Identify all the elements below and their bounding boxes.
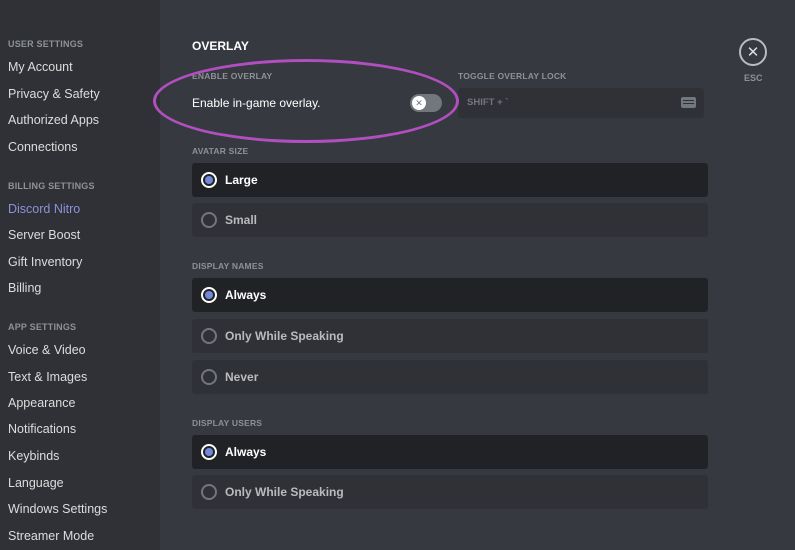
radio-empty-icon <box>201 369 217 385</box>
page-title: OVERLAY <box>192 39 249 53</box>
display-names-label: DISPLAY NAMES <box>192 261 264 271</box>
sidebar-item-server-boost[interactable]: Server Boost <box>8 228 80 242</box>
sidebar-item-keybinds[interactable]: Keybinds <box>8 449 59 463</box>
sidebar-item-windows-settings[interactable]: Windows Settings <box>8 502 107 516</box>
sidebar-header-billing-settings: BILLING SETTINGS <box>8 181 95 191</box>
keyboard-icon[interactable] <box>681 97 696 108</box>
option-label: Large <box>225 173 258 187</box>
sidebar-item-gift-inventory[interactable]: Gift Inventory <box>8 255 82 269</box>
settings-sidebar: USER SETTINGS My Account Privacy & Safet… <box>0 0 160 550</box>
display-names-option-always[interactable]: Always <box>192 278 708 312</box>
x-icon: ✕ <box>412 96 426 110</box>
option-label: Small <box>225 213 258 227</box>
keybind-value: SHIFT + ` <box>467 97 509 108</box>
sidebar-item-voice-video[interactable]: Voice & Video <box>8 343 86 357</box>
sidebar-item-connections[interactable]: Connections <box>8 140 78 154</box>
radio-empty-icon <box>201 212 217 228</box>
sidebar-item-language[interactable]: Language <box>8 476 64 490</box>
sidebar-item-billing[interactable]: Billing <box>8 281 41 295</box>
enable-overlay-label: ENABLE OVERLAY <box>192 71 273 81</box>
sidebar-item-notifications[interactable]: Notifications <box>8 422 76 436</box>
option-label: Only While Speaking <box>225 329 344 343</box>
sidebar-item-authorized-apps[interactable]: Authorized Apps <box>8 113 99 127</box>
sidebar-item-discord-nitro[interactable]: Discord Nitro <box>8 202 80 216</box>
radio-selected-icon <box>201 287 217 303</box>
sidebar-item-text-images[interactable]: Text & Images <box>8 370 87 384</box>
option-label: Always <box>225 445 267 459</box>
sidebar-item-streamer-mode[interactable]: Streamer Mode <box>8 529 94 543</box>
toggle-overlay-lock-label: TOGGLE OVERLAY LOCK <box>458 71 567 81</box>
sidebar-item-appearance[interactable]: Appearance <box>8 396 75 410</box>
sidebar-header-user-settings: USER SETTINGS <box>8 39 84 49</box>
radio-empty-icon <box>201 328 217 344</box>
avatar-size-option-small[interactable]: Small <box>192 203 708 237</box>
avatar-size-label: AVATAR SIZE <box>192 146 249 156</box>
display-names-option-never[interactable]: Never <box>192 360 708 394</box>
display-names-option-only-while-speaking[interactable]: Only While Speaking <box>192 319 708 353</box>
option-label: Only While Speaking <box>225 485 344 499</box>
avatar-size-option-large[interactable]: Large <box>192 163 708 197</box>
sidebar-header-app-settings: APP SETTINGS <box>8 322 77 332</box>
radio-empty-icon <box>201 484 217 500</box>
display-users-option-only-while-speaking[interactable]: Only While Speaking <box>192 475 708 509</box>
option-label: Never <box>225 370 259 384</box>
option-label: Always <box>225 288 267 302</box>
esc-label: ESC <box>744 73 763 83</box>
close-icon: ✕ <box>746 44 760 61</box>
radio-selected-icon <box>201 172 217 188</box>
sidebar-item-privacy-safety[interactable]: Privacy & Safety <box>8 87 100 101</box>
enable-overlay-toggle[interactable]: ✕ <box>410 94 442 112</box>
close-button[interactable]: ✕ <box>739 38 767 66</box>
display-users-option-always[interactable]: Always <box>192 435 708 469</box>
radio-selected-icon <box>201 444 217 460</box>
enable-overlay-text: Enable in-game overlay. <box>192 96 321 110</box>
overlay-lock-keybind-input[interactable]: SHIFT + ` <box>458 88 704 118</box>
sidebar-item-my-account[interactable]: My Account <box>8 60 73 74</box>
display-users-label: DISPLAY USERS <box>192 418 263 428</box>
